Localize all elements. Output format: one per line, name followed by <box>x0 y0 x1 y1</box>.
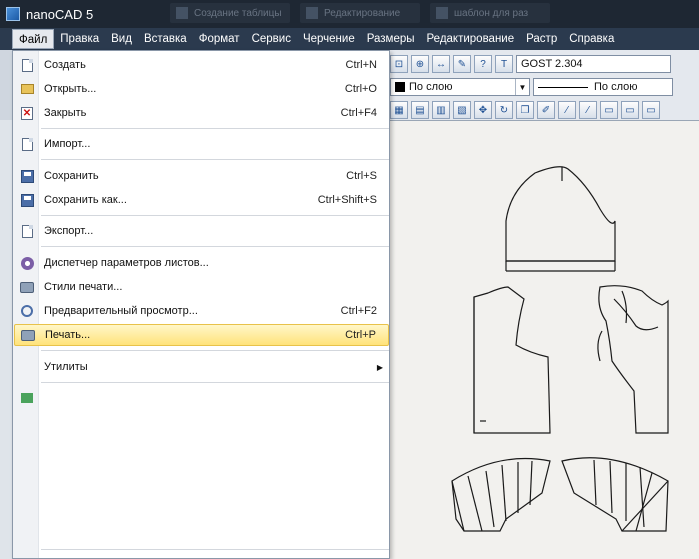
background-taskbar: Создание таблицы Редактирование шаблон д… <box>170 3 550 23</box>
rotate-icon[interactable]: ↻ <box>495 101 513 119</box>
menu-separator <box>41 382 389 383</box>
menu-item-print-preview[interactable]: Предварительный просмотр... Ctrl+F2 <box>14 300 389 322</box>
array-icon[interactable]: ▭ <box>621 101 639 119</box>
zoom-window-icon[interactable]: ⊡ <box>390 55 408 73</box>
text-style-icon[interactable]: T <box>495 55 513 73</box>
background-tab[interactable]: Редактирование <box>300 3 420 23</box>
pattern-drawing <box>451 166 669 532</box>
copy-icon[interactable]: ❐ <box>516 101 534 119</box>
menu-item-print[interactable]: Печать... Ctrl+P <box>14 324 389 346</box>
print-icon <box>21 329 35 341</box>
app-icon <box>6 7 20 21</box>
linetype-select[interactable]: По слою <box>533 78 673 96</box>
hatch-icon[interactable]: ▧ <box>453 101 471 119</box>
page-setup-icon <box>20 256 34 270</box>
new-document-icon <box>21 58 33 72</box>
menu-separator <box>41 159 389 160</box>
extend-icon[interactable]: ⁄ <box>579 101 597 119</box>
open-folder-icon <box>20 84 34 94</box>
drawing-canvas[interactable] <box>390 120 699 559</box>
import-icon <box>21 137 33 151</box>
peplum-left-pattern <box>451 457 551 532</box>
background-tab[interactable]: Создание таблицы <box>170 3 290 23</box>
close-document-icon: ✕ <box>21 106 33 120</box>
chevron-down-icon[interactable]: ▼ <box>515 79 529 95</box>
toolbar-row-1: ⊡ ⊕ ↔ ✎ ? T GOST 2.304 <box>390 53 671 75</box>
menu-item-import[interactable]: Импорт... <box>14 133 389 155</box>
menu-item-new[interactable]: Создать Ctrl+N <box>14 54 389 76</box>
menu-edit[interactable]: Правка <box>54 29 105 49</box>
toolbar-row-2: По слою ▼ По слою <box>390 76 673 98</box>
print-styles-icon <box>20 281 34 293</box>
back-pattern <box>473 286 551 434</box>
menu-tools[interactable]: Сервис <box>246 29 297 49</box>
move-icon[interactable]: ✥ <box>474 101 492 119</box>
ruler-icon[interactable]: ✎ <box>453 55 471 73</box>
menu-separator <box>41 350 389 351</box>
background-tab[interactable]: шаблон для раз <box>430 3 550 23</box>
menu-item-save-as[interactable]: Сохранить как... Ctrl+Shift+S <box>14 189 389 211</box>
recent-file-icon <box>21 393 33 403</box>
menu-item-open[interactable]: Открыть... Ctrl+O <box>14 78 389 100</box>
grid-icon[interactable]: ▤ <box>411 101 429 119</box>
snap-icon[interactable]: ▦ <box>390 101 408 119</box>
menu-separator <box>41 549 389 550</box>
menu-separator <box>41 246 389 247</box>
help-icon[interactable]: ? <box>474 55 492 73</box>
menu-draw[interactable]: Черчение <box>297 29 361 49</box>
menu-view[interactable]: Вид <box>105 29 138 49</box>
sleeve-pattern <box>505 166 616 262</box>
menu-item-close[interactable]: ✕ Закрыть Ctrl+F4 <box>14 102 389 124</box>
measure-icon[interactable]: ↔ <box>432 55 450 73</box>
window-title: nanoCAD 5 <box>26 6 94 22</box>
layer-color-select[interactable]: По слою ▼ <box>390 78 530 96</box>
edit-icon[interactable]: ✐ <box>537 101 555 119</box>
ortho-icon[interactable]: ▥ <box>432 101 450 119</box>
mirror-icon[interactable]: ▭ <box>642 101 660 119</box>
text-style-select[interactable]: GOST 2.304 <box>516 55 671 73</box>
menu-format[interactable]: Формат <box>193 29 246 49</box>
menu-insert[interactable]: Вставка <box>138 29 193 49</box>
trim-icon[interactable]: ⁄ <box>558 101 576 119</box>
menu-modify[interactable]: Редактирование <box>421 29 521 49</box>
menu-item-page-setup[interactable]: Диспетчер параметров листов... <box>14 252 389 274</box>
save-as-icon <box>20 193 34 207</box>
menu-separator <box>41 215 389 216</box>
menu-item-export[interactable]: Экспорт... <box>14 220 389 242</box>
menu-raster[interactable]: Растр <box>520 29 563 49</box>
toolbar-row-3: ▦ ▤ ▥ ▧ ✥ ↻ ❐ ✐ ⁄ ⁄ ▭ ▭ ▭ <box>390 99 660 121</box>
file-menu-dropdown: Создать Ctrl+N Открыть... Ctrl+O ✕ Закры… <box>12 50 390 559</box>
linetype-preview <box>538 86 588 88</box>
front-pattern <box>598 285 669 434</box>
save-icon <box>20 169 34 183</box>
zoom-extents-icon[interactable]: ⊕ <box>411 55 429 73</box>
menu-dimensions[interactable]: Размеры <box>361 29 421 49</box>
menu-separator <box>41 128 389 129</box>
menu-item-save[interactable]: Сохранить Ctrl+S <box>14 165 389 187</box>
print-preview-icon <box>21 305 33 317</box>
export-icon <box>21 224 33 238</box>
submenu-arrow-icon: ▶ <box>376 362 383 372</box>
menu-bar: Файл Правка Вид Вставка Формат Сервис Че… <box>0 28 699 50</box>
title-bar: nanoCAD 5 Создание таблицы Редактировани… <box>0 0 699 28</box>
menu-file[interactable]: Файл <box>12 29 55 49</box>
menu-help[interactable]: Справка <box>563 29 620 49</box>
color-swatch <box>395 82 405 92</box>
menu-item-utilities[interactable]: Утилиты ▶ <box>14 356 389 378</box>
menu-item-print-styles[interactable]: Стили печати... <box>14 276 389 298</box>
menu-item-recent[interactable] <box>14 387 389 409</box>
peplum-right-pattern <box>561 457 669 532</box>
offset-icon[interactable]: ▭ <box>600 101 618 119</box>
